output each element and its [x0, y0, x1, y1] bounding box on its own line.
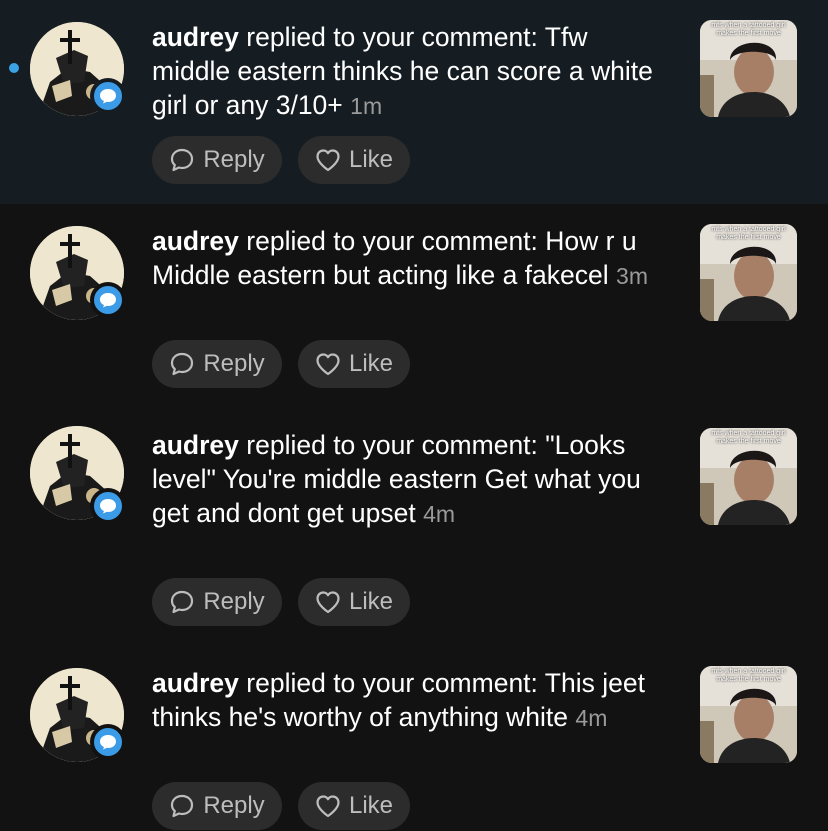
heart-icon — [316, 795, 340, 818]
timestamp: 4m — [423, 501, 456, 527]
heart-icon — [316, 591, 340, 614]
notification-item[interactable]: audrey replied to your comment: This jee… — [0, 646, 828, 831]
post-thumbnail[interactable]: mfs when a tattooed girl makes the first… — [700, 20, 797, 117]
reply-label: Reply — [203, 792, 265, 819]
comment-badge-icon — [90, 282, 126, 318]
username[interactable]: audrey — [152, 226, 239, 256]
like-label: Like — [348, 146, 394, 173]
timestamp: 3m — [616, 263, 648, 289]
reply-label: Reply — [203, 146, 265, 173]
timestamp: 1m — [350, 93, 383, 119]
comment-badge-icon — [90, 724, 126, 760]
like-label: Like — [348, 792, 394, 819]
reply-label: Reply — [203, 350, 265, 377]
post-thumbnail[interactable]: mfs when a tattooed girl makes the first… — [700, 666, 797, 763]
reply-button[interactable]: Reply — [152, 578, 282, 626]
speech-bubble-icon — [171, 352, 194, 376]
like-button[interactable]: Like — [298, 578, 410, 626]
heart-icon — [316, 353, 340, 376]
like-button[interactable]: Like — [298, 136, 410, 184]
reply-button[interactable]: Reply — [152, 340, 282, 388]
reply-button[interactable]: Reply — [152, 136, 282, 184]
notification-item[interactable]: audrey replied to your comment: How r u … — [0, 204, 828, 408]
heart-icon — [316, 149, 340, 172]
post-thumbnail[interactable]: mfs when a tattooed girl makes the first… — [700, 224, 797, 321]
notification-item[interactable]: audrey replied to your comment: Tfw midd… — [0, 0, 828, 204]
notification-text: audrey replied to your comment: Tfw midd… — [152, 20, 672, 123]
username[interactable]: audrey — [152, 668, 239, 698]
like-label: Like — [348, 350, 394, 377]
unread-dot-icon — [9, 63, 19, 73]
reply-label: Reply — [203, 588, 265, 615]
comment-badge-icon — [90, 488, 126, 524]
like-button[interactable]: Like — [298, 782, 410, 830]
username[interactable]: audrey — [152, 22, 239, 52]
post-thumbnail[interactable]: mfs when a tattooed girl makes the first… — [700, 428, 797, 525]
comment-badge-icon — [90, 78, 126, 114]
reply-button[interactable]: Reply — [152, 782, 282, 830]
notification-item[interactable]: audrey replied to your comment: "Looks l… — [0, 408, 828, 646]
username[interactable]: audrey — [152, 430, 239, 460]
notification-text: audrey replied to your comment: "Looks l… — [152, 428, 672, 531]
speech-bubble-icon — [171, 794, 194, 818]
timestamp: 4m — [575, 705, 608, 731]
thumbnail-caption: mfs when a tattooed girl makes the first… — [711, 22, 786, 37]
speech-bubble-icon — [171, 148, 194, 172]
thumbnail-caption: mfs when a tattooed girl makes the first… — [711, 668, 786, 683]
notification-text: audrey replied to your comment: How r u … — [152, 224, 672, 293]
notification-text: audrey replied to your comment: This jee… — [152, 666, 672, 735]
speech-bubble-icon — [171, 590, 194, 614]
like-label: Like — [348, 588, 394, 615]
thumbnail-caption: mfs when a tattooed girl makes the first… — [711, 226, 786, 241]
like-button[interactable]: Like — [298, 340, 410, 388]
thumbnail-caption: mfs when a tattooed girl makes the first… — [711, 430, 786, 445]
